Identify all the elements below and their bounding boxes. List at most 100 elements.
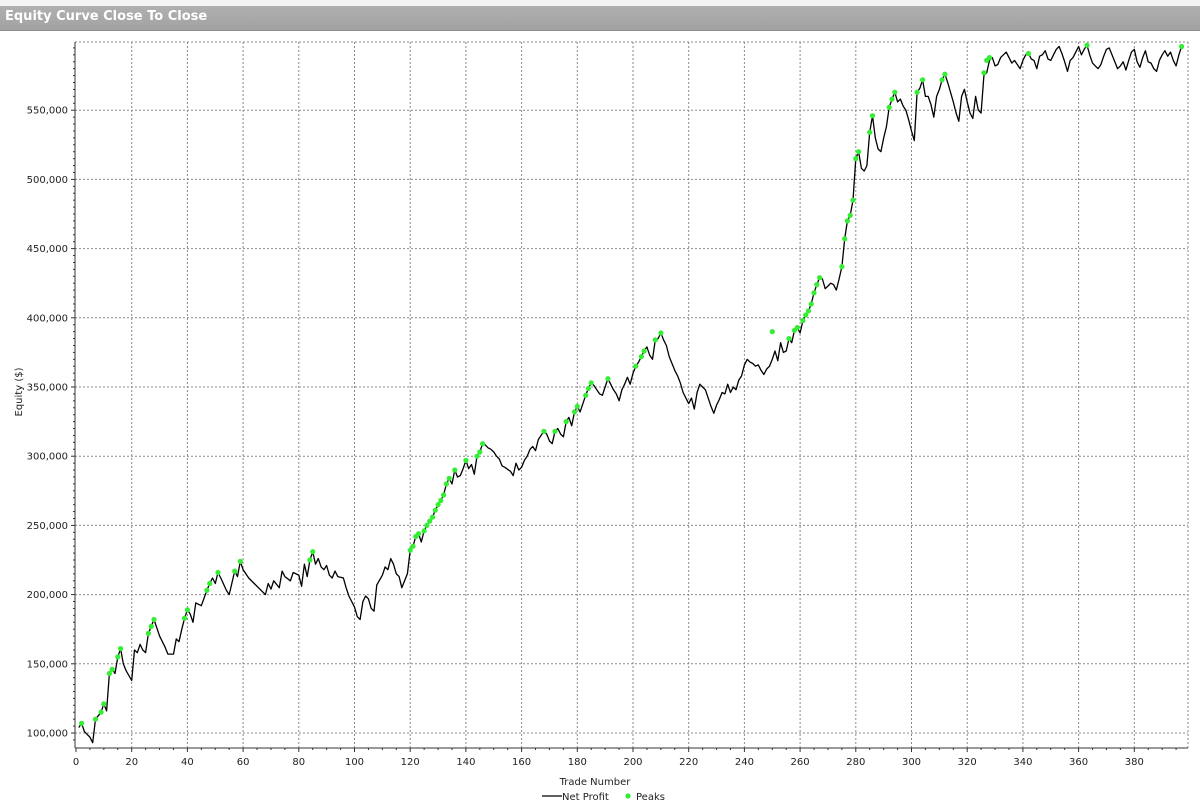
peak-marker bbox=[850, 197, 856, 203]
x-tick-label: 340 bbox=[1013, 757, 1032, 768]
x-tick-label: 80 bbox=[292, 757, 305, 768]
peak-marker bbox=[867, 129, 873, 135]
peak-marker bbox=[307, 557, 313, 563]
x-tick-label: 20 bbox=[125, 757, 138, 768]
peak-marker bbox=[101, 701, 107, 707]
x-tick-label: 260 bbox=[791, 757, 810, 768]
legend: Net Profit Peaks bbox=[542, 792, 665, 803]
y-tick-label: 250,000 bbox=[27, 521, 68, 532]
x-tick-label: 0 bbox=[73, 757, 79, 768]
peak-marker bbox=[115, 654, 121, 660]
peak-marker bbox=[477, 449, 483, 455]
net-profit-line bbox=[78, 44, 1183, 744]
peak-marker bbox=[410, 543, 416, 549]
x-tick-label: 120 bbox=[401, 757, 420, 768]
x-tick-label: 60 bbox=[237, 757, 250, 768]
peak-marker bbox=[118, 646, 124, 652]
x-tick-label: 360 bbox=[1069, 757, 1088, 768]
x-tick-label: 100 bbox=[345, 757, 364, 768]
peak-marker bbox=[844, 218, 851, 224]
peak-marker bbox=[588, 380, 594, 386]
peak-marker bbox=[886, 104, 892, 110]
peak-marker bbox=[641, 348, 647, 354]
peak-marker bbox=[421, 528, 427, 534]
x-tick-label: 300 bbox=[902, 757, 921, 768]
legend-peaks-label: Peaks bbox=[636, 792, 665, 803]
x-tick-labels: 0 20 40 60 80 100 120 140 160 180 200 220 240 260 280 3… bbox=[73, 757, 1144, 768]
peak-marker bbox=[805, 308, 812, 314]
peak-marker bbox=[432, 507, 438, 513]
peak-marker bbox=[817, 275, 823, 281]
peak-marker bbox=[98, 709, 104, 715]
peak-marker bbox=[416, 531, 422, 537]
peak-marker bbox=[814, 282, 820, 288]
y-tick-label: 400,000 bbox=[27, 313, 68, 324]
peak-marker bbox=[583, 392, 589, 398]
peak-marker bbox=[1179, 43, 1185, 50]
peak-marker bbox=[808, 301, 814, 307]
peak-marker bbox=[942, 71, 948, 77]
peak-marker bbox=[605, 376, 611, 382]
peak-marker bbox=[939, 77, 945, 83]
peak-marker bbox=[638, 354, 645, 360]
peak-markers bbox=[79, 42, 1185, 726]
y-tick-labels: 100,000 150,000 200,000 250,000 300,000 350,0… bbox=[27, 106, 68, 740]
y-tick-label: 550,000 bbox=[27, 106, 68, 117]
peak-marker bbox=[463, 457, 469, 463]
y-tick-label: 500,000 bbox=[27, 175, 68, 186]
peak-marker bbox=[585, 385, 592, 391]
equity-chart: 100,000 150,000 200,000 250,000 300,000 350,0… bbox=[14, 41, 1189, 803]
peak-marker bbox=[237, 558, 243, 565]
peak-marker bbox=[986, 55, 993, 61]
peak-marker bbox=[429, 514, 436, 520]
peak-marker bbox=[889, 96, 895, 102]
peak-marker bbox=[480, 441, 486, 447]
peak-marker bbox=[786, 336, 792, 342]
peak-marker bbox=[151, 616, 157, 623]
peak-marker bbox=[145, 630, 151, 637]
peak-marker bbox=[109, 666, 115, 672]
y-axis-title: Equity ($) bbox=[14, 367, 25, 416]
grid-lines bbox=[75, 41, 1189, 748]
peak-marker bbox=[552, 428, 558, 434]
axes bbox=[71, 42, 1188, 752]
peak-marker bbox=[658, 330, 664, 336]
y-tick-label: 150,000 bbox=[27, 659, 68, 670]
peak-marker bbox=[892, 89, 898, 95]
peak-marker bbox=[148, 623, 154, 630]
peak-marker bbox=[839, 264, 845, 270]
peak-marker bbox=[563, 419, 569, 425]
y-tick-label: 200,000 bbox=[27, 590, 68, 601]
peak-marker bbox=[842, 236, 848, 242]
peak-marker bbox=[981, 70, 987, 76]
peak-marker bbox=[847, 212, 853, 218]
y-tick-label: 450,000 bbox=[27, 244, 68, 255]
legend-net-profit-label: Net Profit bbox=[562, 792, 609, 803]
x-tick-label: 380 bbox=[1125, 757, 1144, 768]
peak-marker bbox=[207, 580, 213, 587]
peak-marker bbox=[869, 113, 876, 119]
peak-marker bbox=[811, 290, 817, 296]
x-tick-label: 220 bbox=[679, 757, 698, 768]
x-tick-label: 140 bbox=[456, 757, 475, 768]
peak-marker bbox=[633, 363, 639, 369]
peak-marker bbox=[310, 549, 316, 555]
peak-marker bbox=[856, 149, 862, 155]
peak-marker bbox=[571, 409, 578, 415]
peak-marker bbox=[215, 569, 221, 576]
y-tick-label: 300,000 bbox=[27, 452, 68, 463]
x-tick-label: 320 bbox=[958, 757, 977, 768]
peak-marker bbox=[443, 481, 449, 487]
y-tick-label: 100,000 bbox=[27, 729, 68, 740]
peak-marker bbox=[452, 467, 458, 473]
peak-marker bbox=[92, 716, 99, 722]
x-tick-label: 160 bbox=[512, 757, 531, 768]
peak-marker bbox=[794, 324, 800, 331]
x-axis-title: Trade Number bbox=[559, 777, 632, 788]
peak-marker bbox=[574, 403, 580, 409]
x-tick-label: 240 bbox=[735, 757, 754, 768]
peak-marker bbox=[184, 607, 190, 613]
y-tick-label: 350,000 bbox=[27, 383, 68, 394]
peak-marker bbox=[1084, 42, 1090, 48]
x-tick-label: 200 bbox=[623, 757, 642, 768]
